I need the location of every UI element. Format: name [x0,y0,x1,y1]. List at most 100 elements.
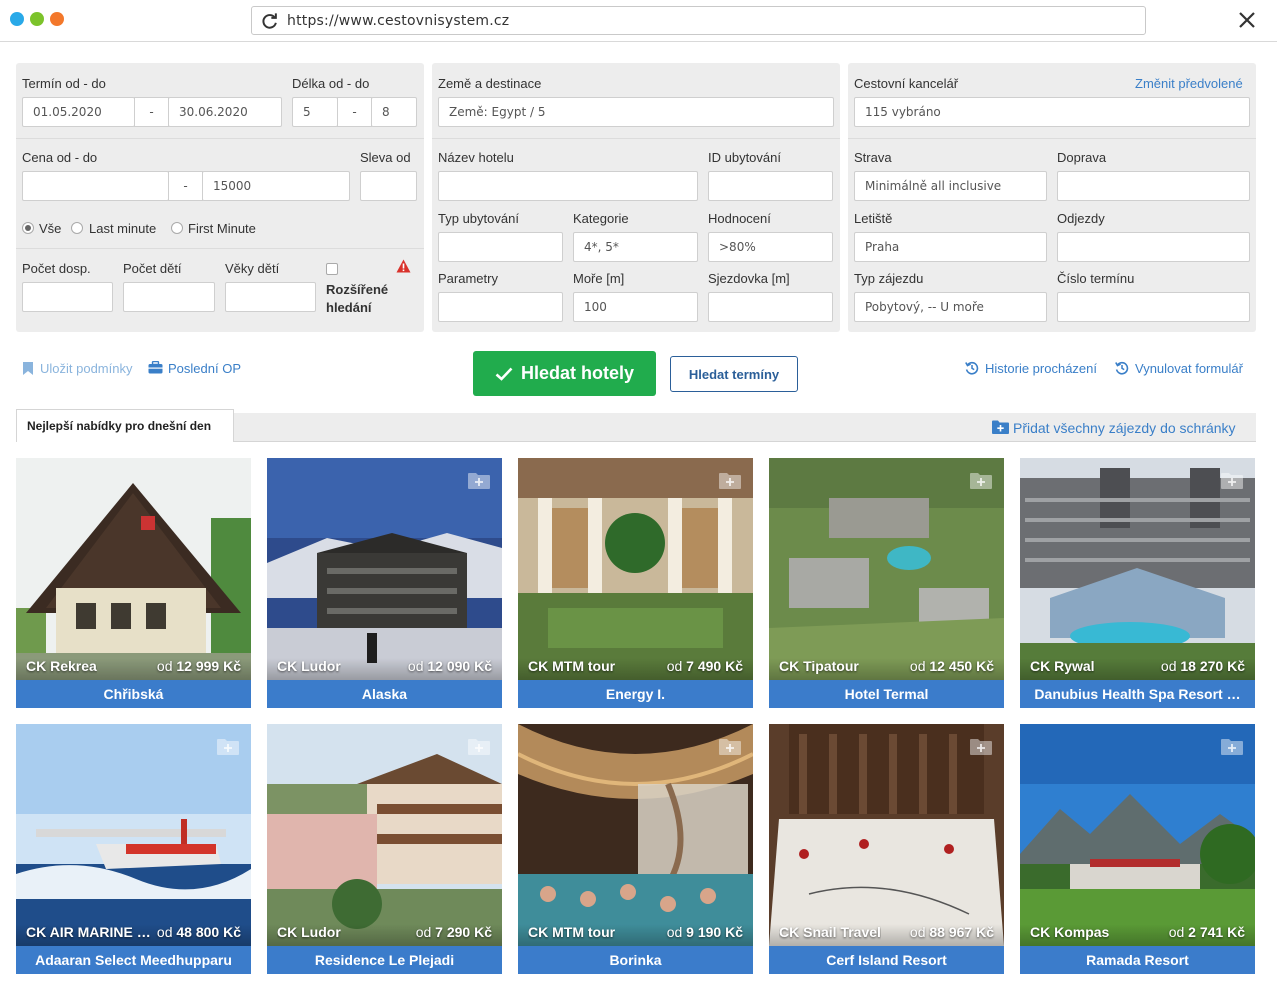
offer-card[interactable]: CK AIR MARINE … od 48 800 Kč Adaaran Sel… [16,724,251,974]
agency-input[interactable]: 115 vybráno [854,97,1250,127]
search-hotels-label: Hledat hotely [520,363,635,383]
discount-input[interactable] [360,171,417,201]
close-icon[interactable] [1236,9,1258,31]
add-all-to-clipboard-link[interactable]: Přidat všechny zájezdy do schránky [1013,420,1236,436]
agency-name: CK MTM tour [528,924,616,940]
advanced-search-label-2: hledání [326,300,372,315]
sea-distance-input[interactable]: 100 [573,292,698,322]
add-to-folder-icon[interactable] [1221,738,1243,755]
add-to-folder-icon[interactable] [719,738,741,755]
offer-card[interactable]: CK Ludor od 7 290 Kč Residence Le Plejad… [267,724,502,974]
hotel-name-input[interactable] [438,171,698,201]
price: od 12 090 Kč [407,658,492,674]
briefcase-icon [148,361,163,374]
hotel-name[interactable]: Cerf Island Resort [769,946,1004,974]
rating-input[interactable]: >80% [708,232,833,262]
length-separator: - [337,97,372,127]
slope-distance-input[interactable] [708,292,833,322]
length-to-input[interactable]: 8 [371,97,417,127]
parameters-input[interactable] [438,292,563,322]
hotel-name[interactable]: Alaska [267,680,502,708]
accommodation-id-input[interactable] [708,171,833,201]
hotel-name[interactable]: Ramada Resort [1020,946,1255,974]
hotel-name[interactable]: Chřibská [16,680,251,708]
reload-icon[interactable] [261,12,279,30]
add-to-folder-icon[interactable] [970,738,992,755]
agency-name: CK Rekrea [26,658,97,674]
price: od 7 490 Kč [666,658,743,674]
window-dot-blue[interactable] [10,12,24,26]
add-to-folder-icon[interactable] [1221,472,1243,489]
offer-card[interactable]: CK MTM tour od 9 190 Kč Borinka [518,724,753,974]
history-link[interactable]: Historie procházení [985,361,1097,376]
change-defaults-link[interactable]: Změnit předvolené [1135,76,1243,91]
departures-input[interactable] [1057,232,1250,262]
trip-type-input[interactable]: Pobytový, -- U moře [854,292,1047,322]
radio-first-minute[interactable] [171,222,183,234]
term-label: Termín od - do [22,76,106,91]
tab-best-offers[interactable]: Nejlepší nabídky pro dnešní den [16,409,234,442]
advanced-search-checkbox[interactable] [326,263,338,275]
adults-input[interactable] [22,282,113,312]
divider [16,248,424,249]
reset-form-link[interactable]: Vynulovat formulář [1135,361,1243,376]
children-input[interactable] [123,282,215,312]
country-input[interactable]: Země: Egypt / 5 [438,97,834,127]
search-terms-button[interactable]: Hledat termíny [670,356,798,392]
transport-input[interactable] [1057,171,1250,201]
offer-card[interactable]: CK Ludor od 12 090 Kč Alaska [267,458,502,708]
price-from-input[interactable] [22,171,169,201]
category-input[interactable]: 4*, 5* [573,232,698,262]
offer-card[interactable]: CK Snail Travel od 88 967 Kč Cerf Island… [769,724,1004,974]
country-label: Země a destinace [438,76,542,91]
window-dot-green[interactable] [30,12,44,26]
offer-card[interactable]: CK Rekrea od 12 999 Kč Chřibská [16,458,251,708]
hotel-name[interactable]: Energy I. [518,680,753,708]
hotel-name[interactable]: Residence Le Plejadi [267,946,502,974]
add-to-folder-icon[interactable] [217,738,239,755]
offer-card[interactable]: CK Kompas od 2 741 Kč Ramada Resort [1020,724,1255,974]
price: od 88 967 Kč [909,924,994,940]
price: od 12 450 Kč [909,658,994,674]
search-hotels-button[interactable]: Hledat hotely [473,351,656,396]
trip-type-label: Typ zájezdu [854,271,924,286]
add-to-folder-icon[interactable] [719,472,741,489]
hotel-name[interactable]: Hotel Termal [769,680,1004,708]
board-input[interactable]: Minimálně all inclusive [854,171,1047,201]
divider [432,138,840,139]
hotel-name[interactable]: Borinka [518,946,753,974]
airport-input[interactable]: Praha [854,232,1047,262]
agency-name: CK Tipatour [779,658,859,674]
length-from-input[interactable]: 5 [292,97,338,127]
agency-name: CK Rywal [1030,658,1095,674]
radio-last-minute[interactable] [71,222,83,234]
accommodation-type-input[interactable] [438,232,563,262]
term-number-input[interactable] [1057,292,1250,322]
child-ages-input[interactable] [225,282,316,312]
hotel-name-label: Název hotelu [438,150,514,165]
price: od 48 800 Kč [156,924,241,940]
warning-icon [396,259,411,273]
radio-all[interactable] [22,222,34,234]
hotel-photo [267,724,502,946]
add-to-folder-icon[interactable] [468,738,490,755]
price: od 12 999 Kč [156,658,241,674]
add-to-folder-icon[interactable] [468,472,490,489]
window-dot-orange[interactable] [50,12,64,26]
date-to-input[interactable]: 30.06.2020 [168,97,282,127]
hotel-name[interactable]: Adaaran Select Meedhupparu [16,946,251,974]
add-to-folder-icon[interactable] [970,472,992,489]
address-bar[interactable]: https://www.cestovnisystem.cz [251,6,1146,35]
check-icon [495,367,513,381]
accommodation-type-label: Typ ubytování [438,211,519,226]
hotel-photo [1020,458,1255,680]
add-folder-icon [992,420,1009,434]
price-to-input[interactable]: 15000 [202,171,350,201]
offer-card[interactable]: CK Tipatour od 12 450 Kč Hotel Termal [769,458,1004,708]
hotel-name[interactable]: Danubius Health Spa Resort … [1020,680,1255,708]
offer-card[interactable]: CK MTM tour od 7 490 Kč Energy I. [518,458,753,708]
last-op-link[interactable]: Poslední OP [168,361,241,376]
save-conditions-link[interactable]: Uložit podmínky [40,361,132,376]
date-from-input[interactable]: 01.05.2020 [22,97,135,127]
offer-card[interactable]: CK Rywal od 18 270 Kč Danubius Health Sp… [1020,458,1255,708]
